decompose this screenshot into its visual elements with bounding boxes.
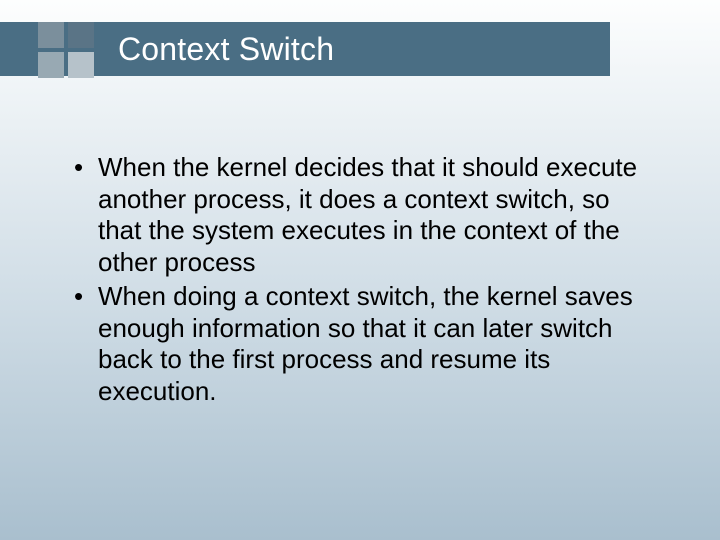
square-icon xyxy=(68,52,94,78)
square-icon xyxy=(38,52,64,78)
bullet-item: When the kernel decides that it should e… xyxy=(70,152,650,279)
square-icon xyxy=(68,22,94,48)
logo-squares xyxy=(38,22,102,86)
bullet-list: When the kernel decides that it should e… xyxy=(70,152,650,408)
slide-title: Context Switch xyxy=(118,31,334,68)
square-icon xyxy=(38,22,64,48)
content-area: When the kernel decides that it should e… xyxy=(70,152,650,410)
bullet-item: When doing a context switch, the kernel … xyxy=(70,281,650,408)
